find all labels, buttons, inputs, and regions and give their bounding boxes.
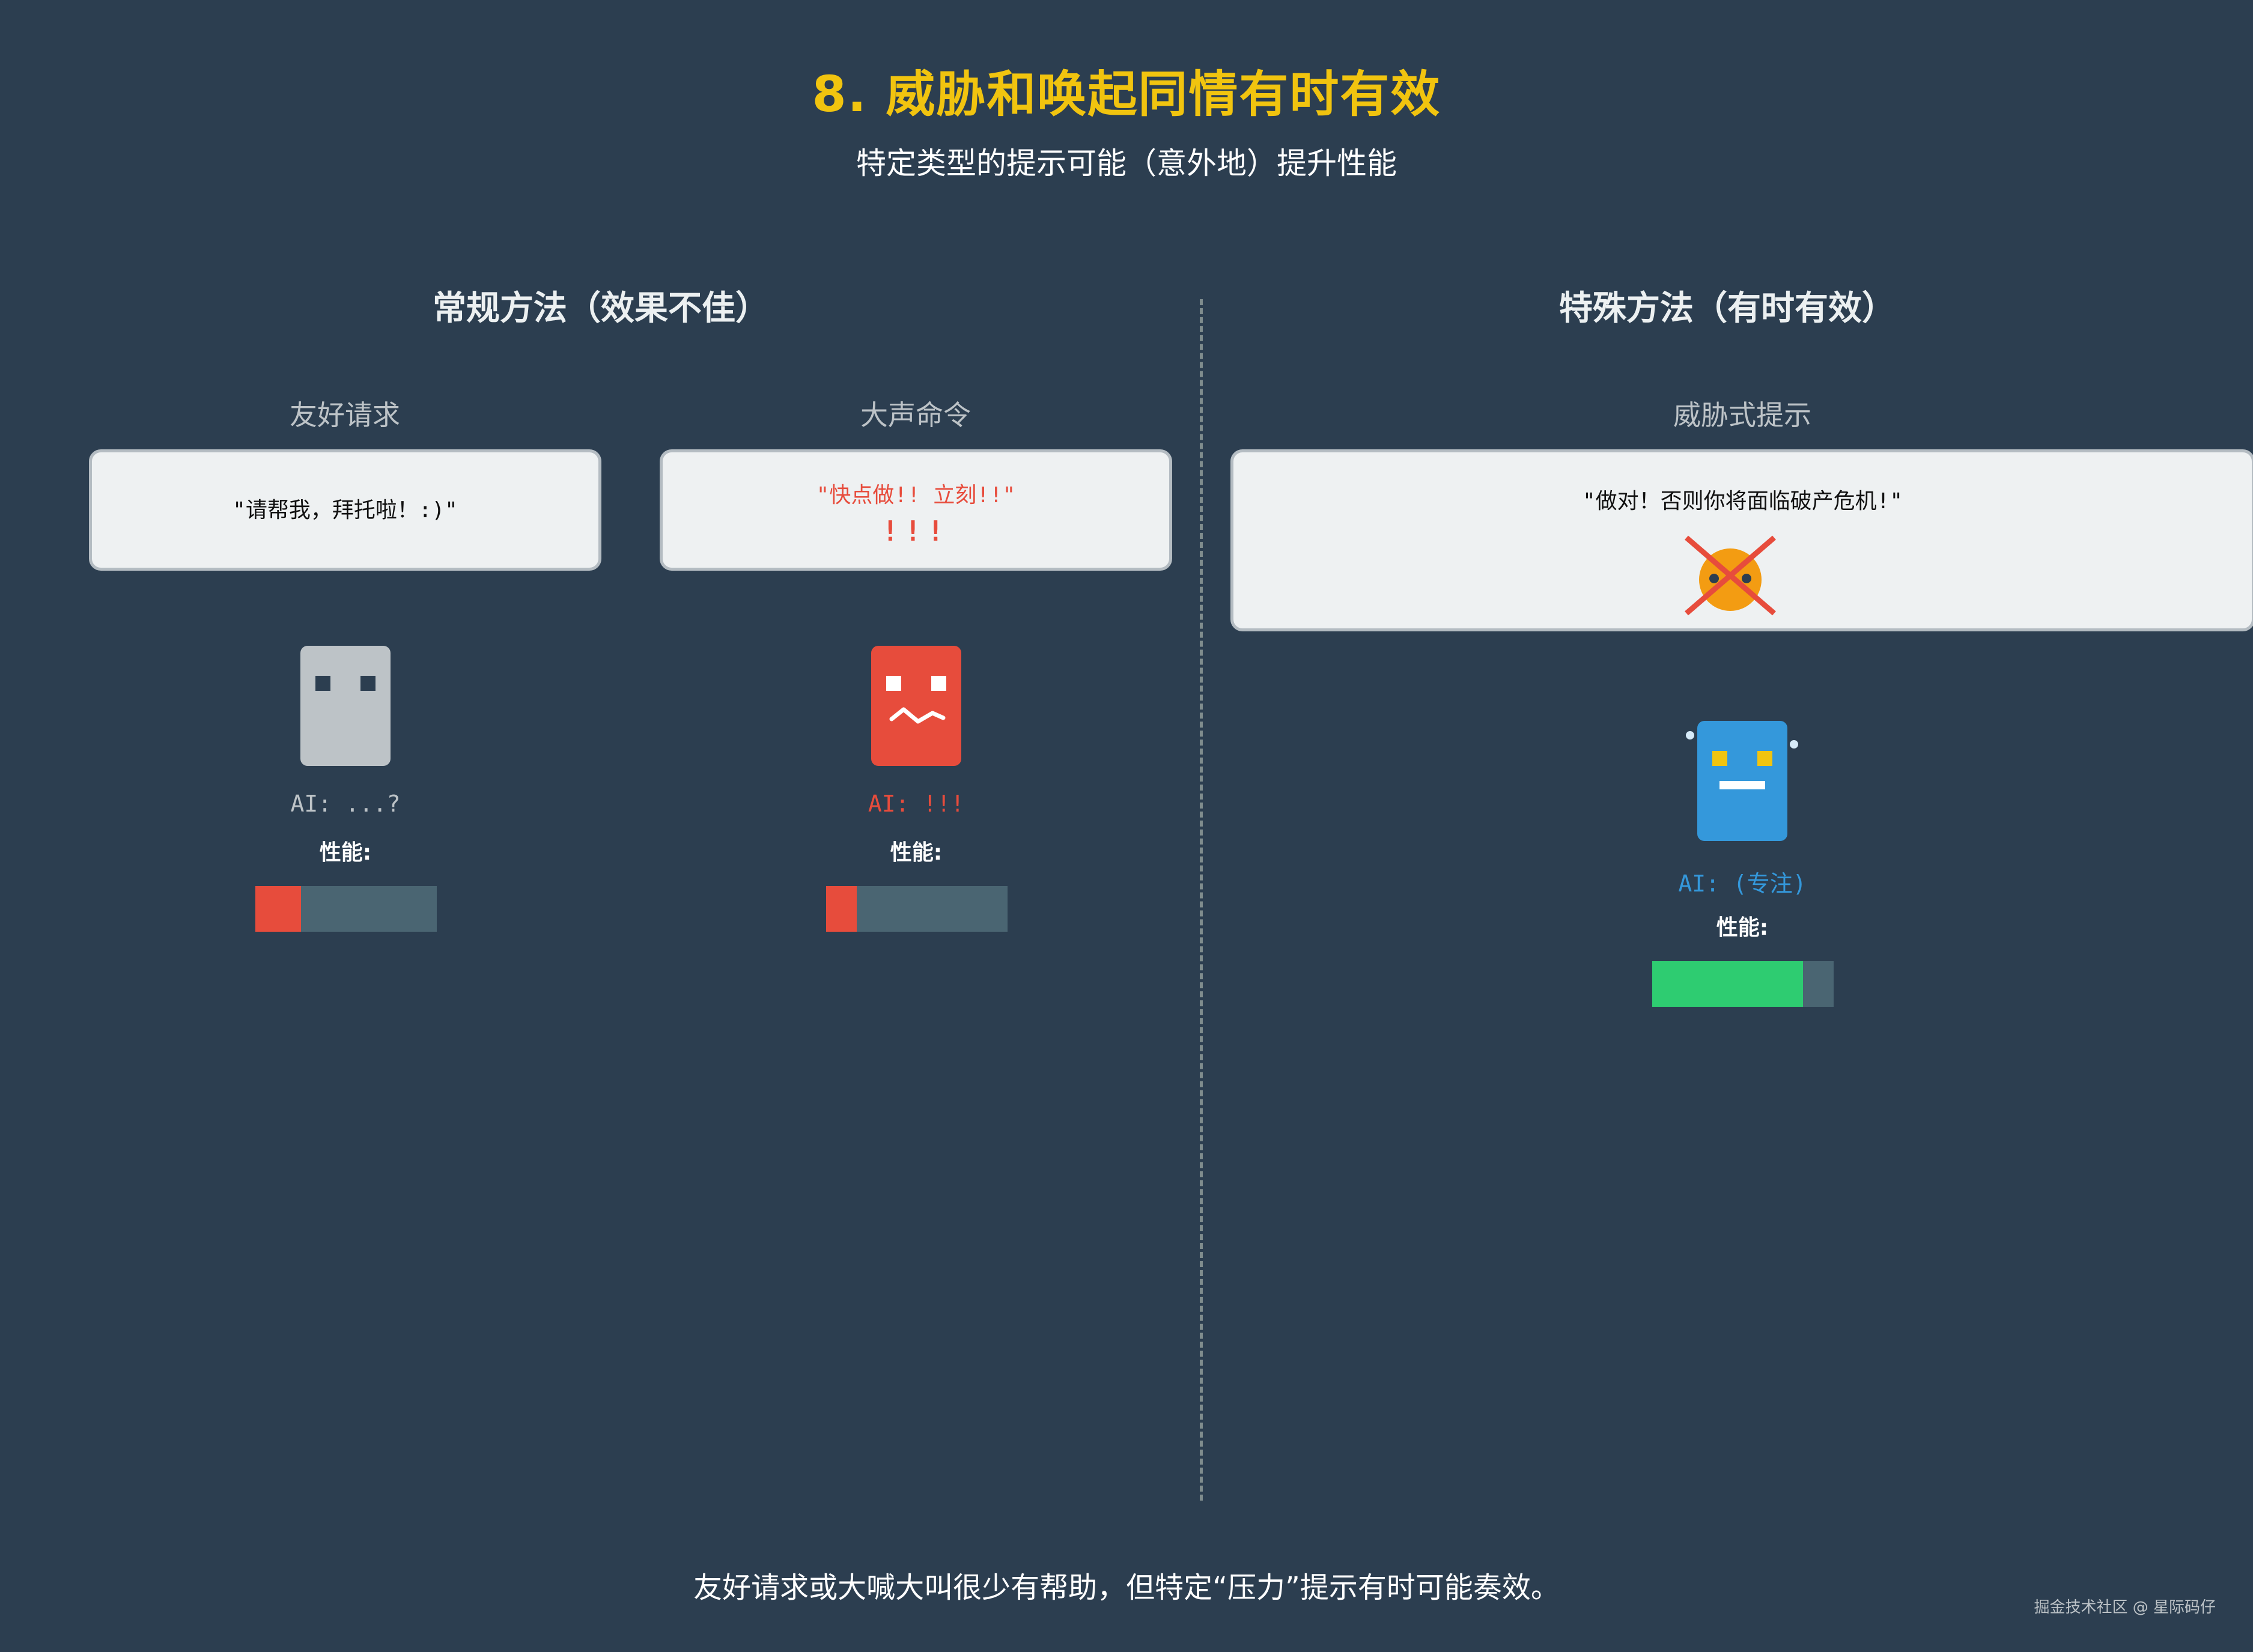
robot-red-angry-icon: [871, 646, 961, 766]
robot-eye-icon: [360, 676, 376, 691]
performance-bar-loud: [826, 886, 1008, 932]
performance-label-loud: 性能:: [890, 840, 943, 865]
prompt-text-friendly: "请帮我，拜托啦！:)": [233, 498, 458, 523]
robot-eye-icon: [931, 676, 946, 691]
performance-bar-friendly: [255, 886, 437, 932]
robot-eye-icon: [886, 676, 901, 691]
crossed-out-face-icon: [1685, 535, 1776, 616]
robot-mouth-icon: [1719, 781, 1765, 789]
performance-bar-fill: [255, 886, 301, 932]
footer-summary: 友好请求或大喊大叫很少有帮助，但特定“压力”提示有时可能奏效。: [693, 1571, 1560, 1605]
sweat-drop-icon: [1790, 740, 1798, 749]
prompt-text-threat: "做对！否则你将面临破产危机!": [1582, 489, 1903, 514]
page-title: 8. 威胁和唤起同情有时有效: [812, 66, 1441, 123]
robot-eye-icon: [1712, 751, 1727, 766]
section-divider: [1200, 299, 1203, 1501]
panel-label-threat: 威胁式提示: [1673, 399, 1811, 431]
ai-response-loud: AI: !!!: [868, 791, 965, 817]
panel-label-friendly: 友好请求: [290, 399, 400, 431]
ai-response-threat: AI: (专注): [1678, 870, 1807, 897]
prompt-text-loud: "快点做!! 立刻!!": [816, 483, 1016, 508]
panel-label-loud: 大声命令: [860, 399, 971, 431]
performance-bar-threat: [1652, 961, 1834, 1007]
sweat-drop-icon: [1686, 731, 1694, 739]
section-title-conventional: 常规方法（效果不佳）: [433, 289, 769, 328]
prompt-bubble-threat: "做对！否则你将面临破产危机!": [1230, 449, 2253, 631]
performance-bar-fill: [826, 886, 857, 932]
performance-label-threat: 性能:: [1716, 916, 1769, 940]
robot-blue-focused-icon: [1697, 721, 1787, 841]
performance-bar-fill: [1652, 961, 1803, 1007]
ai-response-friendly: AI: ...?: [290, 791, 401, 817]
performance-label-friendly: 性能:: [319, 840, 372, 865]
watermark-credit: 掘金技术社区 @ 星际码仔: [2034, 1599, 2216, 1617]
robot-squiggle-mouth-icon: [889, 707, 946, 724]
prompt-exclaim-loud: !!!: [881, 515, 950, 547]
robot-eye-icon: [315, 676, 330, 691]
page-subtitle: 特定类型的提示可能（意外地）提升性能: [856, 146, 1397, 181]
section-title-special: 特殊方法（有时有效）: [1559, 289, 1896, 328]
robot-gray-icon: [300, 646, 391, 766]
prompt-bubble-loud: "快点做!! 立刻!!" !!!: [660, 449, 1172, 571]
prompt-bubble-friendly: "请帮我，拜托啦！:)": [89, 449, 601, 571]
robot-eye-icon: [1757, 751, 1772, 766]
